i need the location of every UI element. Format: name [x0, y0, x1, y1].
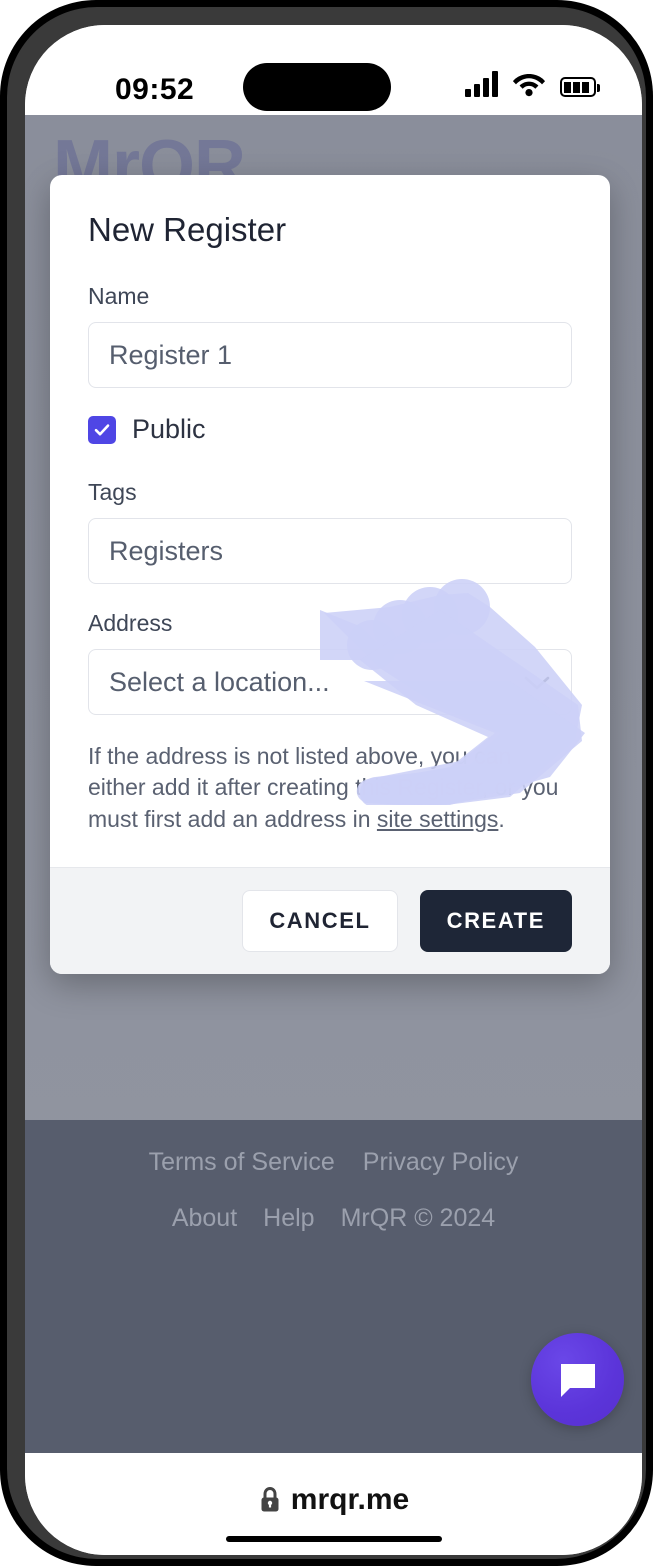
public-checkbox[interactable] [88, 415, 116, 444]
footer-links-primary: Terms of Service Privacy Policy [25, 1148, 642, 1177]
phone-bezel: 09:52 MrQR [7, 7, 646, 1559]
site-footer: Terms of Service Privacy Policy About He… [25, 1120, 642, 1453]
battery-icon [560, 77, 600, 97]
tags-input[interactable] [88, 518, 572, 584]
modal-body: New Register Name Public [50, 175, 610, 867]
url-text: mrqr.me [290, 1483, 410, 1516]
new-register-modal: New Register Name Public [50, 175, 610, 974]
lock-icon [261, 1486, 279, 1512]
address-label: Address [88, 610, 173, 636]
chat-bubble-icon [560, 1363, 595, 1397]
page-content: MrQR New Register Name [25, 115, 642, 1453]
address-field-group: Address [88, 610, 572, 715]
modal-action-bar: CANCEL CREATE [50, 866, 610, 974]
check-icon [94, 423, 110, 435]
public-checkbox-row[interactable]: Public [88, 414, 572, 445]
address-select-wrapper [88, 649, 572, 715]
public-label: Public [132, 414, 206, 444]
site-settings-link[interactable]: site settings [377, 806, 498, 832]
tags-label: Tags [88, 479, 137, 505]
address-select[interactable] [88, 649, 572, 715]
cellular-signal-icon [465, 71, 498, 97]
footer-link-about[interactable]: About [172, 1204, 237, 1233]
browser-url-bar: mrqr.me [25, 1453, 642, 1555]
modal-title: New Register [88, 211, 287, 248]
footer-links-secondary: About Help MrQR © 2024 [25, 1204, 642, 1233]
name-input[interactable] [88, 322, 572, 388]
address-helper-text: If the address is not listed above, you … [88, 741, 572, 835]
status-bar-icons [465, 71, 600, 97]
status-bar-clock: 09:52 [115, 73, 195, 106]
phone-frame: 09:52 MrQR [0, 0, 653, 1566]
dynamic-island [243, 63, 391, 111]
cancel-button[interactable]: CANCEL [242, 889, 398, 952]
helper-text-after: . [498, 805, 505, 832]
home-indicator [225, 1536, 442, 1542]
url-display[interactable]: mrqr.me [25, 1483, 642, 1517]
create-button[interactable]: CREATE [419, 889, 572, 952]
tags-field-group: Tags [88, 479, 572, 584]
name-label: Name [88, 283, 150, 309]
footer-link-privacy[interactable]: Privacy Policy [363, 1148, 519, 1177]
phone-screen: 09:52 MrQR [25, 25, 642, 1555]
footer-copyright: MrQR © 2024 [340, 1204, 496, 1232]
wifi-icon [513, 74, 545, 97]
footer-link-terms[interactable]: Terms of Service [149, 1148, 335, 1177]
name-field-group: Name [88, 283, 572, 388]
chat-fab-button[interactable] [531, 1333, 624, 1426]
status-bar: 09:52 [25, 25, 642, 115]
footer-link-help[interactable]: Help [263, 1204, 314, 1233]
